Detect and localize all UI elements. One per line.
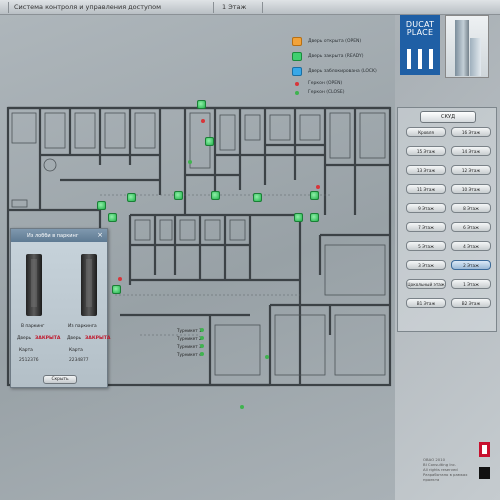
legend-item-ready: Дверь закрыта (READY)	[290, 50, 395, 65]
turnstile-status-dot[interactable]	[200, 352, 204, 356]
legend-label: Дверь открыта (OPEN)	[308, 39, 362, 44]
map-legend: Дверь открыта (OPEN) Дверь закрыта (READ…	[290, 35, 395, 98]
turnstile-status-dot[interactable]	[200, 328, 204, 332]
popup-right-card-label: Карта	[69, 348, 83, 353]
popup-left-card-label: Карта	[19, 348, 33, 353]
legend-item-open: Дверь открыта (OPEN)	[290, 35, 395, 50]
popup-title: Из лобби в паркинг	[27, 233, 79, 239]
floors-section-header[interactable]: СКУД	[420, 111, 476, 123]
door-marker[interactable]	[97, 201, 106, 210]
logo-mark	[407, 49, 433, 69]
floor-button[interactable]: 13 Этаж	[406, 165, 446, 175]
floor-button[interactable]: 4 Этаж	[451, 241, 491, 251]
door-marker[interactable]	[211, 191, 220, 200]
sensor-close-icon	[295, 91, 299, 95]
popup-header: Из лобби в паркинг	[11, 229, 107, 242]
floor-button[interactable]: 16 Этаж	[451, 127, 491, 137]
title-divider	[213, 2, 214, 13]
sensor-close-dot	[240, 405, 244, 409]
floor-button[interactable]: Кровля	[406, 127, 446, 137]
legend-label: Дверь заблокирована (LOCK)	[308, 69, 377, 74]
legend-label: Геркон (OPEN)	[308, 81, 343, 86]
door-marker[interactable]	[310, 191, 319, 200]
popup-left-heading: В паркинг	[21, 324, 45, 329]
popup-left-card-value: 2512376	[19, 358, 39, 363]
floor-button[interactable]: B1 Этаж	[406, 298, 446, 308]
legend-item-lock: Дверь заблокирована (LOCK)	[290, 65, 395, 80]
floor-button[interactable]: 10 Этаж	[451, 184, 491, 194]
door-marker[interactable]	[253, 193, 262, 202]
sensor-open-dot	[201, 119, 205, 123]
floor-button[interactable]: 14 Этаж	[451, 146, 491, 156]
door-marker[interactable]	[310, 213, 319, 222]
door-marker[interactable]	[174, 191, 183, 200]
floor-button[interactable]: 11 Этаж	[406, 184, 446, 194]
legend-label: Геркон (CLOSE)	[308, 90, 345, 95]
floor-button[interactable]: 3 Этаж	[406, 260, 446, 270]
floor-button[interactable]: 1 Этаж	[451, 279, 491, 289]
door-lock-icon	[292, 67, 302, 76]
floor-button[interactable]: 5 Этаж	[406, 241, 446, 251]
floor-button[interactable]: 12 Этаж	[451, 165, 491, 175]
legend-item-sensor-close: Геркон (CLOSE)	[290, 89, 395, 98]
legend-item-sensor-open: Геркон (OPEN)	[290, 80, 395, 89]
copyright-block: ОВАО 2010 BI Consulting Inc. All rights …	[423, 457, 475, 482]
legend-label: Дверь закрыта (READY)	[308, 54, 364, 59]
door-marker[interactable]	[197, 100, 206, 109]
floor-button[interactable]: 15 Этаж	[406, 146, 446, 156]
app-title: Система контроля и управления доступом	[14, 3, 161, 11]
popup-right-heading: Из паркинга	[68, 324, 97, 329]
sensor-open-dot	[316, 185, 320, 189]
turnstile-status-dot[interactable]	[200, 336, 204, 340]
door-ready-icon	[292, 52, 302, 61]
copyright-line: Разработано в рамках проекта	[423, 472, 468, 482]
ducat-place-logo: DUCAT PLACE	[400, 15, 440, 75]
close-icon[interactable]: ×	[97, 231, 103, 239]
turnstile-label: Турникет 1	[177, 328, 202, 333]
turnstile-gate-image	[81, 254, 97, 316]
popup-right-door-status: ЗАКРЫТА	[85, 336, 111, 341]
floor-button[interactable]: Цокольный этаж	[406, 279, 446, 289]
logo-text-line: PLACE	[406, 28, 434, 37]
floor-selector: СКУД Кровля 16 Этаж 15 Этаж 14 Этаж 13 Э…	[397, 107, 497, 332]
turnstile-gate-image	[26, 254, 42, 316]
title-divider	[8, 2, 9, 13]
turnstile-label: Турникет 3	[177, 344, 202, 349]
floor-button[interactable]: 7 Этаж	[406, 222, 446, 232]
vendor-logo-icon	[479, 442, 490, 457]
door-open-icon	[292, 37, 302, 46]
floor-button[interactable]: 6 Этаж	[451, 222, 491, 232]
sensor-open-dot	[118, 277, 122, 281]
sensor-close-dot	[265, 355, 269, 359]
floor-title: 1 Этаж	[222, 3, 247, 11]
door-popup: Из лобби в паркинг × В паркинг Дверь ЗАК…	[10, 228, 111, 388]
title-bar: Система контроля и управления доступом 1…	[0, 0, 500, 15]
hide-button[interactable]: Скрыть	[43, 375, 77, 384]
turnstile-label: Турникет 2	[177, 336, 202, 341]
floor-button[interactable]: B2 Этаж	[451, 298, 491, 308]
door-marker[interactable]	[108, 213, 117, 222]
title-divider	[262, 2, 263, 13]
door-marker[interactable]	[205, 137, 214, 146]
turnstile-label: Турникет 4	[177, 352, 202, 357]
building-image	[445, 15, 489, 78]
floor-button-active[interactable]: 2 Этаж	[451, 260, 491, 270]
turnstile-status-dot[interactable]	[200, 344, 204, 348]
door-marker[interactable]	[127, 193, 136, 202]
popup-left-door-status: ЗАКРЫТА	[35, 336, 61, 341]
sensor-open-icon	[295, 82, 299, 86]
right-sidebar: DUCAT PLACE СКУД Кровля 16 Этаж 15 Этаж …	[395, 15, 500, 500]
floor-button[interactable]: 9 Этаж	[406, 203, 446, 213]
door-marker[interactable]	[294, 213, 303, 222]
popup-right-card-value: 2234877	[69, 358, 89, 363]
popup-right-door-label: Дверь	[67, 336, 82, 341]
popup-left-door-label: Дверь	[17, 336, 32, 341]
vendor-mark-icon	[479, 467, 490, 479]
door-marker[interactable]	[112, 285, 121, 294]
sensor-close-dot	[188, 160, 192, 164]
floor-button[interactable]: 8 Этаж	[451, 203, 491, 213]
